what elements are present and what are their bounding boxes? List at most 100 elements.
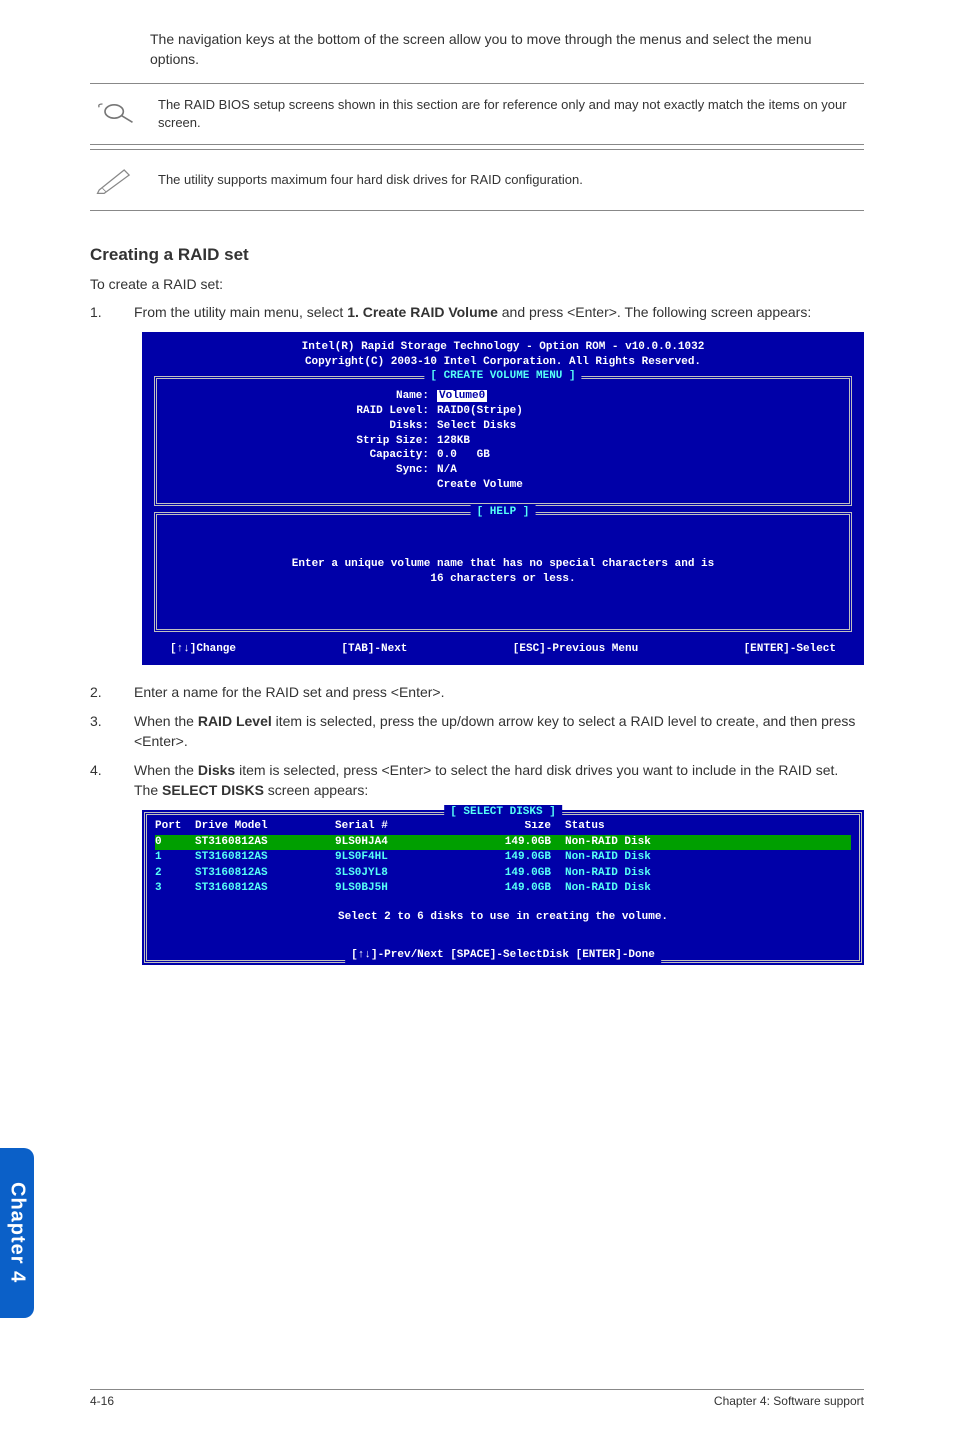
- pen-icon: [90, 160, 140, 200]
- select-disks-footer: [↑↓]-Prev/Next [SPACE]-SelectDisk [ENTER…: [345, 948, 661, 963]
- label: [317, 478, 437, 493]
- help-box: [ HELP ] Enter a unique volume name that…: [154, 512, 852, 632]
- value[interactable]: 128KB: [437, 434, 470, 449]
- bios-footer: [↑↓]Change [TAB]-Next [ESC]-Previous Men…: [150, 638, 856, 661]
- chapter-label: Chapter 4: Software support: [714, 1394, 864, 1408]
- note-reference-only: The RAID BIOS setup screens shown in thi…: [90, 83, 864, 145]
- cell: 2: [155, 866, 195, 881]
- note-text: The utility supports maximum four hard d…: [158, 171, 583, 189]
- step-number: 4.: [90, 761, 112, 800]
- field-strip-size: Strip Size: 128KB: [317, 434, 819, 449]
- steps-list-continued: 2. Enter a name for the RAID set and pre…: [90, 683, 864, 801]
- cell: Non-RAID Disk: [565, 881, 851, 896]
- text: screen appears:: [264, 782, 368, 798]
- cell: 3LS0JYL8: [335, 866, 465, 881]
- help-line1: Enter a unique volume name that has no s…: [177, 557, 829, 572]
- label: Capacity:: [317, 448, 437, 463]
- step-content: Enter a name for the RAID set and press …: [134, 683, 864, 703]
- bios-header-line1: Intel(R) Rapid Storage Technology - Opti…: [150, 340, 856, 355]
- bold-text: RAID Level: [198, 713, 272, 729]
- field-name: Name: Volume0: [317, 389, 819, 404]
- intro-paragraph: The navigation keys at the bottom of the…: [150, 30, 864, 69]
- chapter-side-tab: Chapter 4: [0, 1148, 34, 1318]
- text: From the utility main menu, select: [134, 304, 347, 320]
- cell: 1: [155, 850, 195, 865]
- cell: ST3160812AS: [195, 881, 335, 896]
- bios-header-line2: Copyright(C) 2003-10 Intel Corporation. …: [150, 355, 856, 370]
- label: RAID Level:: [317, 404, 437, 419]
- field-sync: Sync: N/A: [317, 463, 819, 478]
- cell: ST3160812AS: [195, 835, 335, 850]
- cell: 149.0GB: [465, 881, 565, 896]
- step-1: 1. From the utility main menu, select 1.…: [90, 303, 864, 323]
- cell: ST3160812AS: [195, 850, 335, 865]
- value[interactable]: 0.0 GB: [437, 448, 490, 463]
- select-disks-rows: 0ST3160812AS9LS0HJA4149.0GBNon-RAID Disk…: [155, 835, 851, 897]
- step-2: 2. Enter a name for the RAID set and pre…: [90, 683, 864, 703]
- bold-text: 1. Create RAID Volume: [347, 304, 498, 320]
- value[interactable]: RAID0(Stripe): [437, 404, 523, 419]
- note-text: The RAID BIOS setup screens shown in thi…: [158, 96, 864, 132]
- step-number: 3.: [90, 712, 112, 751]
- cell: 149.0GB: [465, 850, 565, 865]
- text: and press <Enter>. The following screen …: [498, 304, 811, 320]
- bold-text: Disks: [198, 762, 235, 778]
- disk-row[interactable]: 1ST3160812AS9LS0F4HL149.0GBNon-RAID Disk: [155, 850, 851, 865]
- select-disks-title: [ SELECT DISKS ]: [444, 805, 562, 820]
- field-capacity: Capacity: 0.0 GB: [317, 448, 819, 463]
- page-footer: 4-16 Chapter 4: Software support: [90, 1389, 864, 1408]
- page-number: 4-16: [90, 1394, 114, 1408]
- cell: 149.0GB: [465, 835, 565, 850]
- col-port: Port: [155, 819, 195, 834]
- field-create: Create Volume: [317, 478, 819, 493]
- steps-list: 1. From the utility main menu, select 1.…: [90, 303, 864, 323]
- label: Disks:: [317, 419, 437, 434]
- label: Sync:: [317, 463, 437, 478]
- highlighted-value: Volume0: [437, 390, 487, 402]
- cell: 0: [155, 835, 195, 850]
- create-volume-box: [ CREATE VOLUME MENU ] Name: Volume0 RAI…: [154, 376, 852, 506]
- value[interactable]: Select Disks: [437, 419, 516, 434]
- cell: 9LS0BJ5H: [335, 881, 465, 896]
- select-disks-header-row: Port Drive Model Serial # Size Status: [155, 819, 851, 834]
- label: Strip Size:: [317, 434, 437, 449]
- value: N/A: [437, 463, 457, 478]
- create-volume-action[interactable]: Create Volume: [437, 478, 523, 493]
- cell: Non-RAID Disk: [565, 850, 851, 865]
- field-disks: Disks: Select Disks: [317, 419, 819, 434]
- step-content: From the utility main menu, select 1. Cr…: [134, 303, 864, 323]
- col-size: Size: [465, 819, 565, 834]
- page: The navigation keys at the bottom of the…: [0, 0, 954, 1438]
- col-drive-model: Drive Model: [195, 819, 335, 834]
- help-line2: 16 characters or less.: [177, 572, 829, 587]
- key-hint-next: [TAB]-Next: [341, 642, 407, 657]
- text: When the: [134, 713, 198, 729]
- disk-row[interactable]: 0ST3160812AS9LS0HJA4149.0GBNon-RAID Disk: [155, 835, 851, 850]
- select-disks-help: Select 2 to 6 disks to use in creating t…: [155, 896, 851, 939]
- section-intro: To create a RAID set:: [90, 275, 864, 295]
- cell: Non-RAID Disk: [565, 835, 851, 850]
- col-status: Status: [565, 819, 851, 834]
- note-max-four-drives: The utility supports maximum four hard d…: [90, 149, 864, 211]
- value[interactable]: Volume0: [437, 389, 527, 404]
- cell: 3: [155, 881, 195, 896]
- bios-select-disks-screen: [ SELECT DISKS ] Port Drive Model Serial…: [142, 810, 864, 964]
- section-heading: Creating a RAID set: [90, 245, 864, 265]
- key-hint-change: [↑↓]Change: [170, 642, 236, 657]
- cell: 149.0GB: [465, 866, 565, 881]
- disk-row[interactable]: 2ST3160812AS3LS0JYL8149.0GBNon-RAID Disk: [155, 866, 851, 881]
- step-4: 4. When the Disks item is selected, pres…: [90, 761, 864, 800]
- field-raid-level: RAID Level: RAID0(Stripe): [317, 404, 819, 419]
- key-hint-prev: [ESC]-Previous Menu: [513, 642, 638, 657]
- step-number: 2.: [90, 683, 112, 703]
- cell: Non-RAID Disk: [565, 866, 851, 881]
- disk-row[interactable]: 3ST3160812AS9LS0BJ5H149.0GBNon-RAID Disk: [155, 881, 851, 896]
- magnifier-icon: [90, 94, 140, 134]
- step-content: When the RAID Level item is selected, pr…: [134, 712, 864, 751]
- col-serial: Serial #: [335, 819, 465, 834]
- step-content: When the Disks item is selected, press <…: [134, 761, 864, 800]
- step-number: 1.: [90, 303, 112, 323]
- create-volume-title: [ CREATE VOLUME MENU ]: [424, 369, 581, 384]
- key-hint-select: [ENTER]-Select: [744, 642, 836, 657]
- cell: 9LS0F4HL: [335, 850, 465, 865]
